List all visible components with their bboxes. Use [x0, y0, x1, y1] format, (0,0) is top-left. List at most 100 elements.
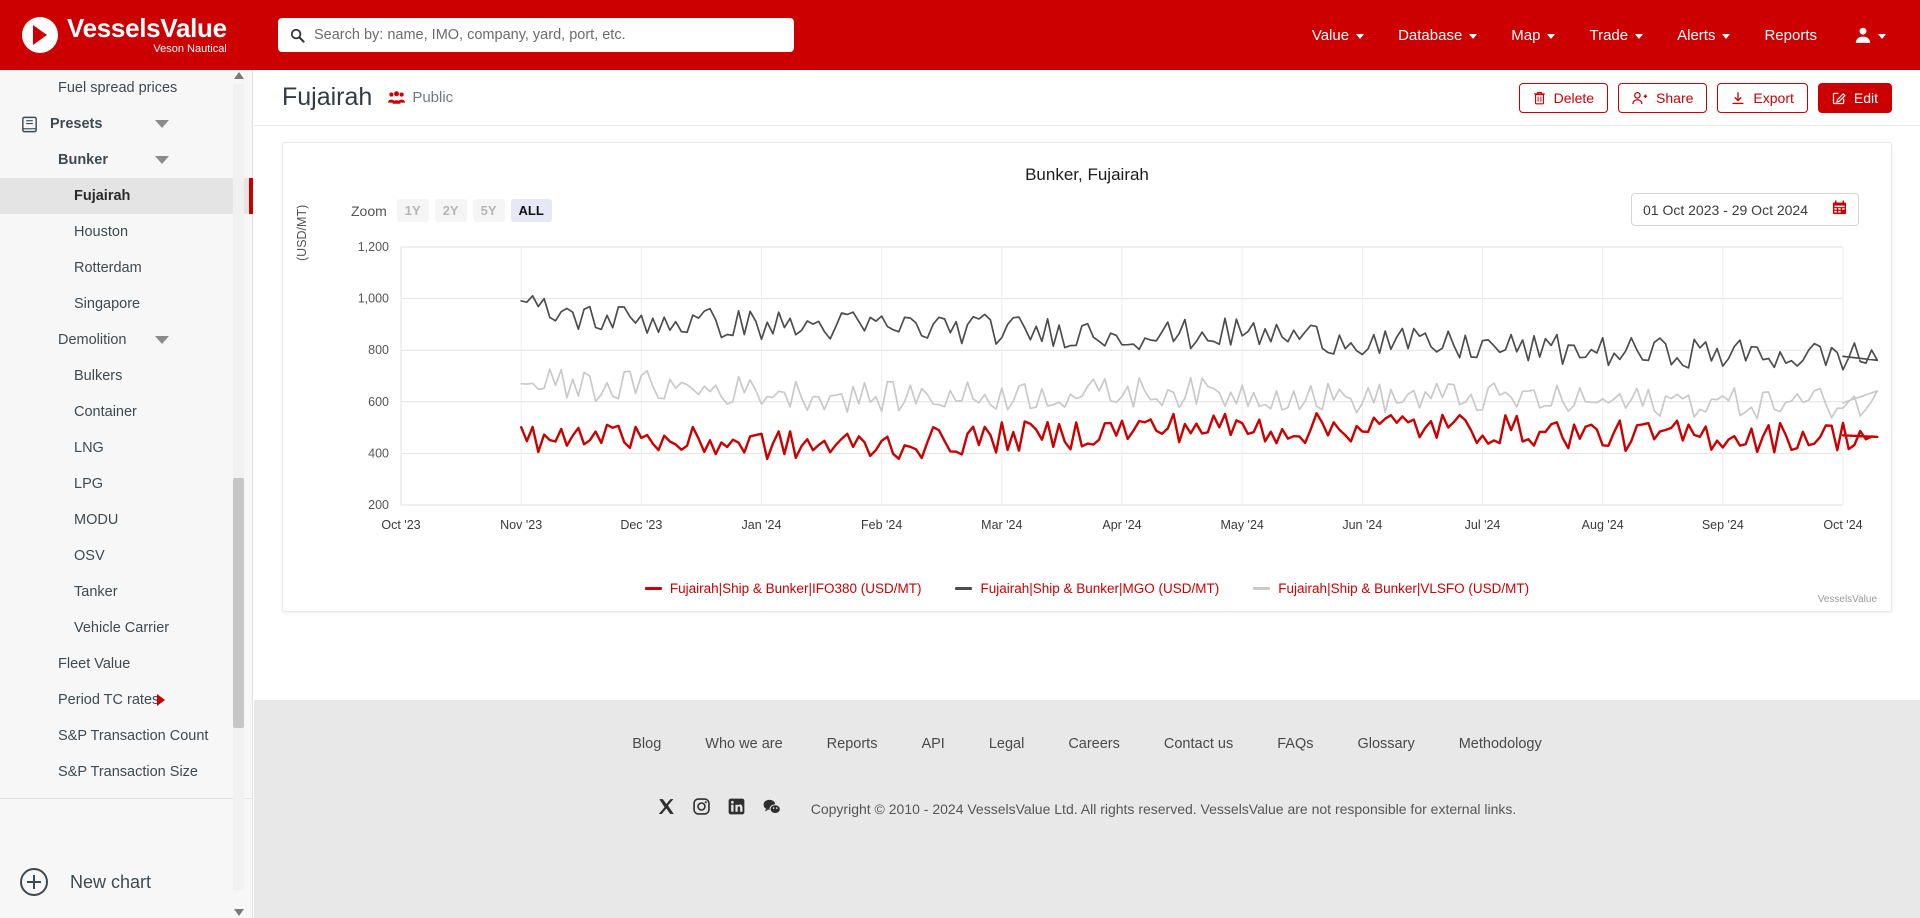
- sidebar-item-fuel-spread-prices[interactable]: Fuel spread prices: [0, 70, 253, 106]
- footer-link-legal[interactable]: Legal: [989, 736, 1024, 752]
- legend-swatch: [644, 587, 662, 590]
- brand-logo[interactable]: VesselsValue Veson Nautical: [22, 15, 232, 55]
- nav-label: Alerts: [1677, 26, 1716, 44]
- zoom-option-5y[interactable]: 5Y: [472, 199, 505, 222]
- svg-text:Oct '23: Oct '23: [381, 518, 420, 532]
- footer-link-faqs[interactable]: FAQs: [1277, 736, 1313, 752]
- plus-circle-icon: [20, 868, 48, 896]
- nav-item-map[interactable]: Map: [1494, 0, 1572, 70]
- new-chart-button[interactable]: New chart: [0, 868, 253, 896]
- edit-button[interactable]: Edit: [1817, 82, 1892, 113]
- chevron-down-icon[interactable]: [155, 120, 169, 128]
- sidebar-item-label: Demolition: [58, 332, 127, 348]
- zoom-option-1y[interactable]: 1Y: [396, 199, 429, 222]
- svg-text:Feb '24: Feb '24: [861, 518, 902, 532]
- x-twitter-icon[interactable]: [658, 798, 675, 820]
- nav-item-reports[interactable]: Reports: [1747, 0, 1834, 70]
- sidebar-item-singapore[interactable]: Singapore: [0, 286, 253, 322]
- nav-item-alerts[interactable]: Alerts: [1660, 0, 1747, 70]
- zoom-option-all[interactable]: ALL: [510, 199, 552, 222]
- search-input[interactable]: [314, 27, 782, 43]
- svg-text:400: 400: [368, 446, 389, 460]
- scrollbar-thumb[interactable]: [233, 478, 244, 728]
- svg-text:Mar '24: Mar '24: [981, 518, 1022, 532]
- sidebar-item-modu[interactable]: MODU: [0, 502, 253, 538]
- button-label: Export: [1753, 89, 1794, 106]
- sidebar-item-label: Houston: [74, 224, 129, 240]
- legend-item-ifo380[interactable]: Fujairah|Ship & Bunker|IFO380 (USD/MT): [644, 581, 921, 596]
- svg-text:Sep '24: Sep '24: [1702, 518, 1744, 532]
- legend-item-vlsfo[interactable]: Fujairah|Ship & Bunker|VLSFO (USD/MT): [1253, 581, 1529, 596]
- sidebar-item-lpg[interactable]: LPG: [0, 466, 253, 502]
- sidebar-item-osv[interactable]: OSV: [0, 538, 253, 574]
- sidebar-item-fujairah[interactable]: Fujairah: [0, 178, 253, 214]
- svg-text:Jun '24: Jun '24: [1342, 518, 1382, 532]
- sidebar-item-label: Presets: [50, 116, 103, 132]
- scroll-down-arrow-icon[interactable]: [234, 909, 244, 916]
- sidebar-item-label: Fleet Value: [58, 656, 131, 672]
- sidebar-item-bulkers[interactable]: Bulkers: [0, 358, 253, 394]
- footer-link-who-we-are[interactable]: Who we are: [705, 736, 782, 752]
- footer-link-glossary[interactable]: Glossary: [1357, 736, 1414, 752]
- top-navigation-bar: VesselsValue Veson Nautical Value Databa…: [0, 0, 1920, 70]
- export-button[interactable]: Export: [1717, 82, 1808, 113]
- legend-label: Fujairah|Ship & Bunker|MGO (USD/MT): [980, 581, 1220, 596]
- legend-item-mgo[interactable]: Fujairah|Ship & Bunker|MGO (USD/MT): [955, 581, 1219, 596]
- account-menu[interactable]: [1834, 26, 1896, 44]
- footer-link-api[interactable]: API: [921, 736, 944, 752]
- sidebar-item-label: Tanker: [74, 584, 118, 600]
- sidebar-item-period-tc-rates[interactable]: Period TC rates: [0, 682, 253, 718]
- sidebar-scroll-region[interactable]: Fuel spread prices Presets Bunker Fujair…: [0, 70, 253, 850]
- svg-text:Jul '24: Jul '24: [1465, 518, 1501, 532]
- legend-swatch: [1253, 587, 1271, 590]
- visibility-label: Public: [412, 89, 454, 106]
- zoom-option-2y[interactable]: 2Y: [434, 199, 467, 222]
- sidebar-scrollbar[interactable]: [233, 70, 244, 918]
- svg-text:1,000: 1,000: [358, 292, 389, 306]
- sidebar-group-demolition[interactable]: Demolition: [0, 322, 253, 358]
- sidebar-item-label: OSV: [74, 548, 105, 564]
- footer-link-methodology[interactable]: Methodology: [1459, 736, 1542, 752]
- sidebar-item-presets[interactable]: Presets: [0, 106, 253, 142]
- sidebar-group-bunker[interactable]: Bunker: [0, 142, 253, 178]
- sidebar-item-lng[interactable]: LNG: [0, 430, 253, 466]
- linkedin-icon[interactable]: [728, 798, 745, 820]
- footer-link-blog[interactable]: Blog: [632, 736, 661, 752]
- user-plus-icon: [1632, 91, 1648, 104]
- sidebar-item-vehicle-carrier[interactable]: Vehicle Carrier: [0, 610, 253, 646]
- sidebar-item-container[interactable]: Container: [0, 394, 253, 430]
- footer-link-reports[interactable]: Reports: [827, 736, 878, 752]
- sidebar-item-rotterdam[interactable]: Rotterdam: [0, 250, 253, 286]
- sidebar-item-houston[interactable]: Houston: [0, 214, 253, 250]
- nav-item-database[interactable]: Database: [1381, 0, 1494, 70]
- plot-area[interactable]: 200 400 600 800 1,000 1,200 Oct '23 Nov '23 Dec …: [283, 239, 1893, 569]
- chevron-right-icon[interactable]: [157, 694, 165, 706]
- instagram-icon[interactable]: [693, 798, 710, 820]
- footer-links: Blog Who we are Reports API Legal Career…: [254, 700, 1920, 752]
- sidebar-item-sp-transaction-size[interactable]: S&P Transaction Size: [0, 754, 253, 790]
- delete-button[interactable]: Delete: [1518, 82, 1609, 113]
- chevron-down-icon[interactable]: [155, 156, 169, 164]
- page-header: Fujairah Public Delete Share Export Edit: [254, 70, 1920, 126]
- sidebar-item-label: Fuel spread prices: [58, 80, 178, 96]
- date-range-picker[interactable]: 01 Oct 2023 - 29 Oct 2024: [1631, 193, 1859, 226]
- sidebar-item-label: MODU: [74, 512, 119, 528]
- global-search[interactable]: [278, 18, 794, 52]
- sidebar-item-sp-transaction-count[interactable]: S&P Transaction Count: [0, 718, 253, 754]
- nav-label: Reports: [1764, 26, 1817, 44]
- sidebar-item-label: Bulkers: [74, 368, 123, 384]
- sidebar-item-tanker[interactable]: Tanker: [0, 574, 253, 610]
- nav-item-trade[interactable]: Trade: [1572, 0, 1660, 70]
- footer-link-contact-us[interactable]: Contact us: [1164, 736, 1233, 752]
- sidebar-item-fleet-value[interactable]: Fleet Value: [0, 646, 253, 682]
- line-chart-svg[interactable]: 200 400 600 800 1,000 1,200 Oct '23 Nov '23 Dec …: [283, 239, 1893, 569]
- footer-link-careers[interactable]: Careers: [1068, 736, 1120, 752]
- nav-label: Trade: [1589, 26, 1629, 44]
- share-button[interactable]: Share: [1618, 82, 1708, 113]
- chart-title: Bunker, Fujairah: [1025, 165, 1149, 184]
- chevron-down-icon[interactable]: [155, 336, 169, 344]
- nav-item-value[interactable]: Value: [1295, 0, 1381, 70]
- wechat-icon[interactable]: [763, 798, 781, 820]
- scroll-up-arrow-icon[interactable]: [234, 72, 244, 79]
- new-chart-label: New chart: [70, 871, 152, 892]
